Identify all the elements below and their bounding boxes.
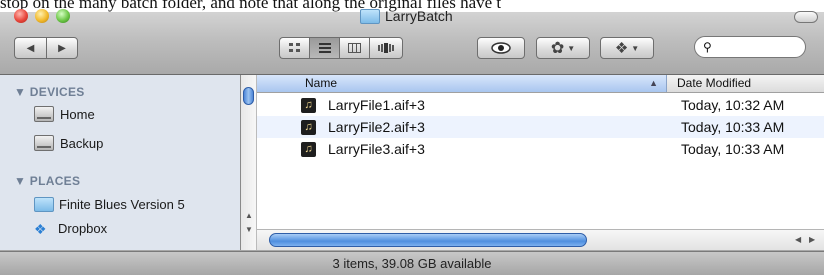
file-name: LarryFile1.aif+3 bbox=[328, 97, 425, 113]
sidebar-item-home[interactable]: Home bbox=[34, 106, 95, 122]
audio-file-icon: ♫ bbox=[301, 97, 316, 113]
sidebar-item-label: Backup bbox=[60, 135, 104, 151]
scroll-left-icon[interactable]: ◀ bbox=[795, 235, 801, 244]
window-title-text: LarryBatch bbox=[385, 8, 453, 24]
table-row[interactable]: ♫ LarryFile1.aif+3 Today, 10:32 AM bbox=[257, 94, 824, 116]
sidebar-item-finite-blues[interactable]: Finite Blues Version 5 bbox=[34, 197, 185, 212]
list-view-icon bbox=[318, 43, 331, 53]
column-header-name-label: Name bbox=[305, 76, 338, 90]
column-header-name[interactable]: Name ▲ bbox=[257, 75, 667, 92]
file-name: LarryFile3.aif+3 bbox=[328, 141, 425, 157]
window-title: LarryBatch bbox=[360, 7, 453, 25]
sidebar: ▼ DEVICES Home Backup ▼ PLACES Finite Bl… bbox=[0, 75, 240, 250]
back-button[interactable]: ◀ bbox=[14, 37, 46, 59]
scroll-down-icon[interactable]: ▼ bbox=[245, 225, 253, 234]
column-view-icon bbox=[348, 43, 361, 53]
coverflow-view-button[interactable] bbox=[369, 37, 403, 59]
dropbox-menu-button[interactable]: ❖ ▼ bbox=[600, 37, 654, 59]
scroll-right-icon[interactable]: ▶ bbox=[809, 235, 815, 244]
horizontal-scroll-thumb[interactable] bbox=[269, 233, 587, 247]
scroll-up-icon[interactable]: ▲ bbox=[245, 211, 253, 220]
dropbox-icon: ❖ bbox=[34, 220, 47, 237]
minimize-button[interactable] bbox=[35, 9, 49, 23]
dropbox-icon: ❖ bbox=[614, 40, 629, 57]
sidebar-item-label: Finite Blues Version 5 bbox=[59, 197, 185, 212]
icon-view-icon bbox=[288, 43, 300, 52]
disk-icon bbox=[34, 106, 54, 122]
sort-ascending-icon: ▲ bbox=[649, 78, 658, 88]
toolbar: stop on the many batch folder, and note … bbox=[0, 0, 824, 75]
quick-look-button[interactable] bbox=[477, 37, 525, 59]
status-bar: 3 items, 39.08 GB available bbox=[0, 251, 824, 275]
list-header: Name ▲ Date Modified bbox=[257, 75, 824, 93]
sidebar-item-label: Home bbox=[60, 106, 95, 122]
back-arrow-icon: ◀ bbox=[26, 42, 35, 54]
forward-arrow-icon: ▶ bbox=[58, 42, 66, 54]
gear-icon: ✿ bbox=[550, 40, 565, 57]
table-row[interactable]: ♫ LarryFile3.aif+3 Today, 10:33 AM bbox=[257, 138, 824, 160]
action-menu-button[interactable]: ✿ ▼ bbox=[536, 37, 590, 59]
column-header-date[interactable]: Date Modified bbox=[677, 75, 751, 92]
toolbar-toggle-button[interactable] bbox=[794, 11, 818, 23]
finder-window: stop on the many batch folder, and note … bbox=[0, 0, 824, 275]
list-view-button[interactable] bbox=[309, 37, 339, 59]
column-view-button[interactable] bbox=[339, 37, 369, 59]
file-list: Name ▲ Date Modified ♫ LarryFile1.aif+3 … bbox=[257, 75, 824, 250]
audio-file-icon: ♫ bbox=[301, 119, 316, 135]
sidebar-item-dropbox[interactable]: ❖ Dropbox bbox=[34, 221, 107, 236]
folder-icon bbox=[360, 8, 380, 24]
forward-button[interactable]: ▶ bbox=[46, 37, 78, 59]
sidebar-item-backup[interactable]: Backup bbox=[34, 135, 103, 151]
chevron-down-icon: ▼ bbox=[631, 43, 640, 53]
search-input[interactable] bbox=[715, 39, 800, 55]
file-name: LarryFile2.aif+3 bbox=[328, 119, 425, 135]
coverflow-view-icon bbox=[378, 43, 394, 53]
zoom-button[interactable] bbox=[56, 9, 70, 23]
file-date: Today, 10:33 AM bbox=[681, 141, 785, 157]
eye-icon bbox=[491, 42, 511, 54]
sidebar-places-header: ▼ PLACES bbox=[14, 174, 81, 188]
close-button[interactable] bbox=[14, 9, 28, 23]
horizontal-scrollbar[interactable]: ◀ ▶ bbox=[257, 229, 824, 250]
icon-view-button[interactable] bbox=[279, 37, 309, 59]
nav-buttons: ◀ ▶ bbox=[14, 37, 78, 59]
search-icon: ⚲ bbox=[703, 40, 712, 54]
file-date: Today, 10:32 AM bbox=[681, 97, 785, 113]
folder-icon bbox=[34, 197, 54, 212]
sidebar-item-label: Dropbox bbox=[58, 221, 108, 236]
sidebar-devices-header: ▼ DEVICES bbox=[14, 85, 85, 99]
chevron-down-icon: ▼ bbox=[567, 43, 576, 53]
sidebar-scrollbar[interactable]: ▲ ▼ bbox=[241, 75, 257, 250]
audio-file-icon: ♫ bbox=[301, 141, 316, 157]
view-buttons bbox=[279, 37, 403, 59]
sidebar-scroll-thumb[interactable] bbox=[243, 87, 254, 105]
search-field[interactable]: ⚲ bbox=[694, 36, 806, 58]
table-row[interactable]: ♫ LarryFile2.aif+3 Today, 10:33 AM bbox=[257, 116, 824, 138]
disk-icon bbox=[34, 135, 54, 151]
file-date: Today, 10:33 AM bbox=[681, 119, 785, 135]
